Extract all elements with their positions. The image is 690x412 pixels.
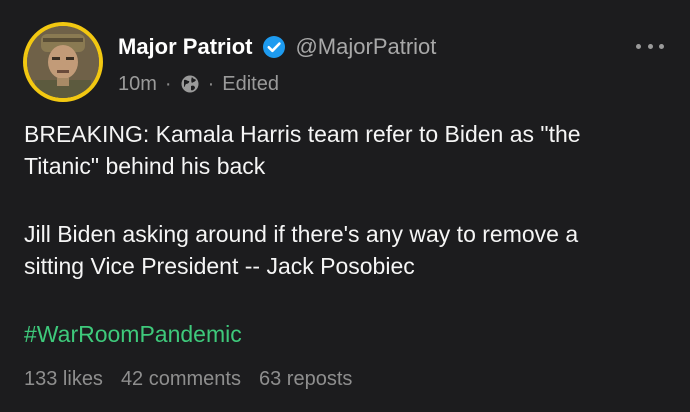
post-text-line: sitting Vice President -- Jack Posobiec xyxy=(24,253,415,279)
edited-label[interactable]: Edited xyxy=(222,73,279,96)
meta-separator: · xyxy=(207,72,215,95)
globe-icon xyxy=(180,74,200,94)
likes-count[interactable]: 133 likes xyxy=(24,368,103,391)
hashtag-link[interactable]: #WarRoomPandemic xyxy=(24,318,664,350)
post-body: BREAKING: Kamala Harris team refer to Bi… xyxy=(24,118,664,350)
post-paragraph: BREAKING: Kamala Harris team refer to Bi… xyxy=(24,118,664,182)
author-row: Major Patriot @MajorPatriot xyxy=(118,32,436,62)
verified-badge-icon xyxy=(262,35,286,59)
more-dot xyxy=(647,43,653,49)
post-meta: 10m · · Edited xyxy=(118,70,279,98)
post-paragraph: #WarRoomPandemic xyxy=(24,318,664,350)
meta-separator: · xyxy=(164,72,172,95)
post-time: 10m xyxy=(118,72,157,95)
more-dot xyxy=(636,43,641,49)
author-display-name[interactable]: Major Patriot xyxy=(118,34,252,60)
post-paragraph: Jill Biden asking around if there's any … xyxy=(24,218,664,282)
post-stats: 133 likes 42 comments 63 reposts xyxy=(24,368,352,391)
post-text-line: Titanic" behind his back xyxy=(24,153,266,179)
post-text-line: BREAKING: Kamala Harris team refer to Bi… xyxy=(24,121,581,147)
reposts-count[interactable]: 63 reposts xyxy=(259,368,352,391)
comments-count[interactable]: 42 comments xyxy=(121,368,241,391)
more-options-icon[interactable] xyxy=(636,36,664,56)
more-dot xyxy=(659,43,664,49)
post-card: Major Patriot @MajorPatriot 10m · · Edit… xyxy=(0,0,690,412)
author-handle[interactable]: @MajorPatriot xyxy=(295,34,436,60)
avatar[interactable] xyxy=(23,22,103,102)
post-text-line: Jill Biden asking around if there's any … xyxy=(24,221,579,247)
avatar-image xyxy=(27,26,99,98)
